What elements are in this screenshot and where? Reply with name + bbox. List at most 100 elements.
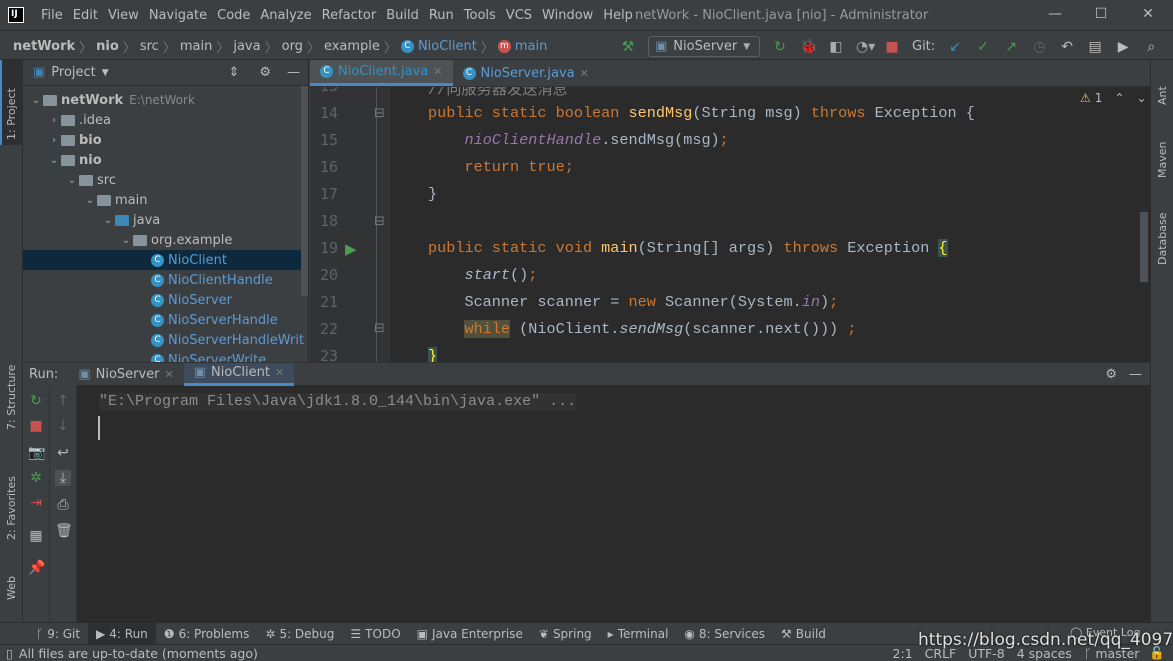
- minimize-button[interactable]: —: [1045, 6, 1065, 22]
- menu-item-window[interactable]: Window: [537, 8, 598, 23]
- tree-item[interactable]: › .idea: [23, 110, 308, 130]
- menu-item-tools[interactable]: Tools: [459, 8, 501, 23]
- inspection-widget[interactable]: ⚠ 1 ⌃ ⌄: [1080, 91, 1147, 105]
- tool-window-button[interactable]: ◉ 8: Services: [676, 623, 773, 644]
- tool-window-button[interactable]: ❶ 6: Problems: [156, 623, 258, 644]
- breadcrumb-item[interactable]: nio: [96, 39, 119, 54]
- git-push-icon[interactable]: ↗: [1003, 39, 1019, 55]
- profile-icon[interactable]: ◔▾: [856, 39, 875, 55]
- tool-window-button[interactable]: ᚴ 9: Git: [28, 623, 88, 644]
- debug-attach-icon[interactable]: ✲: [28, 470, 44, 486]
- tree-item[interactable]: ⌄ org.example: [23, 230, 308, 250]
- tree-item[interactable]: C NioClientHandle: [23, 270, 308, 290]
- chevron-right-icon[interactable]: ›: [47, 135, 61, 146]
- tree-item[interactable]: ⌄ main: [23, 190, 308, 210]
- history-icon[interactable]: ◷: [1031, 39, 1047, 55]
- tool-window-button[interactable]: ⚒ Build: [773, 623, 834, 644]
- stop-icon[interactable]: ■: [28, 418, 44, 434]
- menu-item-help[interactable]: Help: [598, 8, 638, 23]
- code-area[interactable]: 13 //向服务器发送消息 14 public static boolean send…: [310, 87, 1150, 362]
- menu-item-file[interactable]: File: [36, 8, 68, 23]
- chevron-down-icon[interactable]: ⌄: [47, 155, 61, 166]
- chevron-right-icon[interactable]: ›: [47, 115, 61, 126]
- camera-icon[interactable]: 📷: [28, 445, 45, 461]
- stop-icon[interactable]: ■: [884, 39, 900, 55]
- tool-window-button[interactable]: ✲ 5: Debug: [257, 623, 342, 644]
- fold-marker-icon[interactable]: ⊟: [374, 214, 385, 229]
- close-tab-icon[interactable]: ✕: [165, 368, 174, 381]
- menu-item-analyze[interactable]: Analyze: [255, 8, 316, 23]
- code-line[interactable]: public static boolean sendMsg(String msg…: [428, 104, 975, 122]
- tree-item[interactable]: C NioServer: [23, 290, 308, 310]
- rerun-icon[interactable]: ↻: [772, 39, 788, 55]
- project-structure-icon[interactable]: ▤: [1087, 39, 1103, 55]
- breadcrumb-item[interactable]: main: [180, 39, 212, 54]
- fold-marker-icon[interactable]: ⊟: [374, 321, 385, 336]
- tool-window-button[interactable]: ▸ Terminal: [600, 623, 677, 644]
- tool-tab-project[interactable]: 1: Project: [5, 88, 18, 140]
- code-line[interactable]: }: [428, 185, 437, 203]
- tree-item[interactable]: ⌄ nio: [23, 150, 308, 170]
- soft-wrap-icon[interactable]: ↩: [55, 445, 71, 461]
- tree-scrollbar[interactable]: [301, 86, 308, 296]
- breadcrumb-item[interactable]: example: [324, 39, 380, 54]
- editor-tab[interactable]: C NioServer.java ✕: [453, 60, 599, 86]
- hide-panel-icon[interactable]: —: [1129, 367, 1142, 382]
- tree-item[interactable]: C NioServerHandleWrit: [23, 330, 308, 350]
- login-icon[interactable]: ⇥: [28, 495, 44, 511]
- breadcrumb-item[interactable]: org: [282, 39, 303, 54]
- chevron-down-icon[interactable]: ⌄: [83, 195, 97, 206]
- menu-item-refactor[interactable]: Refactor: [317, 8, 382, 23]
- run-config-select[interactable]: ▣ NioServer ▼: [648, 36, 760, 57]
- menu-item-view[interactable]: View: [103, 8, 144, 23]
- gear-icon[interactable]: ⚙: [259, 65, 271, 80]
- tool-tab-maven[interactable]: Maven: [1156, 142, 1169, 178]
- arrow-up-icon[interactable]: ↑: [55, 393, 71, 409]
- tool-window-button[interactable]: ❦ Spring: [531, 623, 600, 644]
- chevron-down-icon[interactable]: ⌄: [101, 215, 115, 226]
- debug-icon[interactable]: 🐞: [800, 39, 817, 55]
- menu-item-run[interactable]: Run: [424, 8, 459, 23]
- build-hammer-icon[interactable]: ⚒: [620, 39, 636, 55]
- breadcrumb-item[interactable]: netWork: [13, 39, 75, 54]
- pin-icon[interactable]: 📌: [28, 560, 45, 576]
- run-anything-icon[interactable]: ▶: [1115, 39, 1131, 55]
- scroll-to-end-icon[interactable]: ⤓: [55, 470, 71, 486]
- tree-item[interactable]: ⌄ netWork E:\netWork: [23, 90, 308, 110]
- rerun-icon[interactable]: ↻: [28, 393, 44, 409]
- code-line[interactable]: start();: [428, 266, 537, 284]
- coverage-icon[interactable]: ◧: [828, 39, 844, 55]
- breadcrumb-item[interactable]: java: [233, 39, 260, 54]
- code-line[interactable]: while (NioClient.sendMsg(scanner.next())…: [428, 320, 856, 338]
- code-line[interactable]: public static void main(String[] args) t…: [428, 239, 948, 257]
- chevron-down-icon[interactable]: ⌄: [29, 95, 43, 106]
- tool-tab-database[interactable]: Database: [1156, 213, 1169, 266]
- previous-highlight-icon[interactable]: ⌃: [1114, 91, 1124, 105]
- git-update-icon[interactable]: ↙: [947, 39, 963, 55]
- tool-window-button[interactable]: ▶ 4: Run: [88, 623, 156, 644]
- tool-window-button[interactable]: ▣ Java Enterprise: [409, 623, 531, 644]
- collapse-all-icon[interactable]: ⇕: [228, 65, 239, 80]
- next-highlight-icon[interactable]: ⌄: [1136, 91, 1146, 105]
- editor-tab[interactable]: C NioClient.java ✕: [310, 60, 453, 86]
- tree-item[interactable]: C NioClient: [23, 250, 308, 270]
- code-line[interactable]: }: [428, 347, 438, 362]
- code-line[interactable]: return true;: [428, 158, 573, 176]
- run-tab[interactable]: ▣ NioServer ✕: [68, 363, 183, 386]
- chevron-down-icon[interactable]: ▼: [102, 68, 109, 78]
- close-window-button[interactable]: ✕: [1138, 6, 1158, 22]
- maximize-button[interactable]: ☐: [1091, 6, 1111, 22]
- tree-item[interactable]: ⌄ java: [23, 210, 308, 230]
- project-view-select[interactable]: Project: [51, 65, 95, 80]
- run-gutter-icon[interactable]: ▶: [345, 240, 357, 258]
- tree-item[interactable]: C NioServerHandle: [23, 310, 308, 330]
- menu-item-edit[interactable]: Edit: [68, 8, 103, 23]
- git-commit-icon[interactable]: ✓: [975, 39, 991, 55]
- tool-window-button[interactable]: ☰ TODO: [342, 623, 408, 644]
- tree-item[interactable]: › bio: [23, 130, 308, 150]
- close-tab-icon[interactable]: ✕: [433, 65, 442, 78]
- code-line[interactable]: //向服务器发送消息: [428, 87, 568, 99]
- breadcrumb-item[interactable]: main: [515, 39, 547, 54]
- menu-item-vcs[interactable]: VCS: [501, 8, 537, 23]
- print-icon[interactable]: ⎙: [55, 497, 71, 513]
